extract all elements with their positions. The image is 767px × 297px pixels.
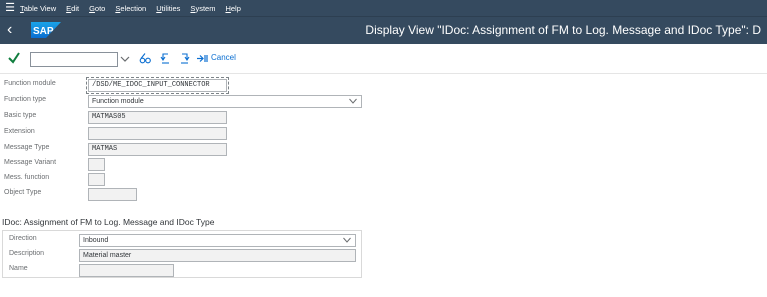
section-title: IDoc: Assignment of FM to Log. Message a… <box>2 217 215 227</box>
name-label: Name <box>9 265 28 272</box>
enter-check-icon[interactable] <box>8 51 20 65</box>
mess-function-field[interactable] <box>88 173 105 186</box>
description-label: Description <box>9 250 45 257</box>
page-title: Display View "IDoc: Assignment of FM to … <box>365 23 761 37</box>
menu-help[interactable]: Help <box>225 4 240 13</box>
menu-goto[interactable]: Goto <box>89 4 105 13</box>
back-icon[interactable]: ‹ <box>7 20 23 40</box>
function-type-label: Function type <box>4 96 47 103</box>
basic-type-row: Basic type MATMAS05 <box>0 110 767 125</box>
message-type-field[interactable]: MATMAS <box>88 143 227 156</box>
previous-entry-icon[interactable] <box>159 52 171 65</box>
basic-type-field[interactable]: MATMAS05 <box>88 111 227 124</box>
function-module-row: Function module /DSD/ME_IDOC_INPUT_CONNE… <box>0 77 767 94</box>
description-field[interactable]: Material master <box>79 249 356 262</box>
function-module-field[interactable]: /DSD/ME_IDOC_INPUT_CONNECTOR <box>88 79 227 92</box>
display-change-glasses-icon[interactable] <box>139 52 151 65</box>
mess-function-label: Mess. function <box>4 174 50 181</box>
direction-dropdown[interactable]: Inbound <box>79 234 356 247</box>
toolbar: Cancel <box>0 44 767 74</box>
next-entry-icon[interactable] <box>179 52 191 65</box>
exit-arrow-icon[interactable] <box>196 52 208 65</box>
message-variant-field[interactable] <box>88 158 105 171</box>
message-variant-row: Message Variant <box>0 157 767 172</box>
message-type-label: Message Type <box>4 144 50 151</box>
function-type-dropdown[interactable]: Function module <box>88 95 362 108</box>
command-history-chevron-icon[interactable] <box>120 53 130 65</box>
direction-label: Direction <box>9 235 37 242</box>
chevron-down-icon[interactable] <box>349 98 357 104</box>
menu-bar: ☰ Table View Edit Goto Selection Utiliti… <box>0 0 767 16</box>
message-variant-label: Message Variant <box>4 159 57 166</box>
menu-system[interactable]: System <box>190 4 215 13</box>
name-field[interactable] <box>79 264 174 277</box>
sap-logo: SAP <box>31 22 61 38</box>
direction-row: Direction Inbound <box>3 233 361 248</box>
sap-logo-text: SAP <box>33 26 54 37</box>
message-type-row: Message Type MATMAS <box>0 142 767 157</box>
chevron-down-icon[interactable] <box>343 237 351 243</box>
mess-function-row: Mess. function <box>0 172 767 187</box>
object-type-row: Object Type <box>0 187 767 202</box>
extension-field[interactable] <box>88 127 227 140</box>
basic-type-label: Basic type <box>4 112 37 119</box>
direction-value: Inbound <box>83 237 109 244</box>
function-type-row: Function type Function module <box>0 94 767 109</box>
name-row: Name <box>3 263 361 278</box>
hamburger-menu-icon[interactable]: ☰ <box>0 0 20 16</box>
function-module-label: Function module <box>4 80 56 87</box>
menu-table-view[interactable]: Table View <box>20 4 56 13</box>
extension-row: Extension <box>0 126 767 141</box>
extension-label: Extension <box>4 128 35 135</box>
title-bar: ‹ SAP Display View "IDoc: Assignment of … <box>0 16 767 44</box>
menu-edit[interactable]: Edit <box>66 4 79 13</box>
menu-utilities[interactable]: Utilities <box>156 4 180 13</box>
menu-selection[interactable]: Selection <box>115 4 146 13</box>
cancel-button[interactable]: Cancel <box>211 53 236 62</box>
assignment-group-box: Direction Inbound Description Material m… <box>2 230 362 278</box>
command-field[interactable] <box>30 52 118 67</box>
object-type-label: Object Type <box>4 189 42 196</box>
description-row: Description Material master <box>3 248 361 263</box>
function-type-value: Function module <box>92 98 144 105</box>
object-type-field[interactable] <box>88 188 137 201</box>
